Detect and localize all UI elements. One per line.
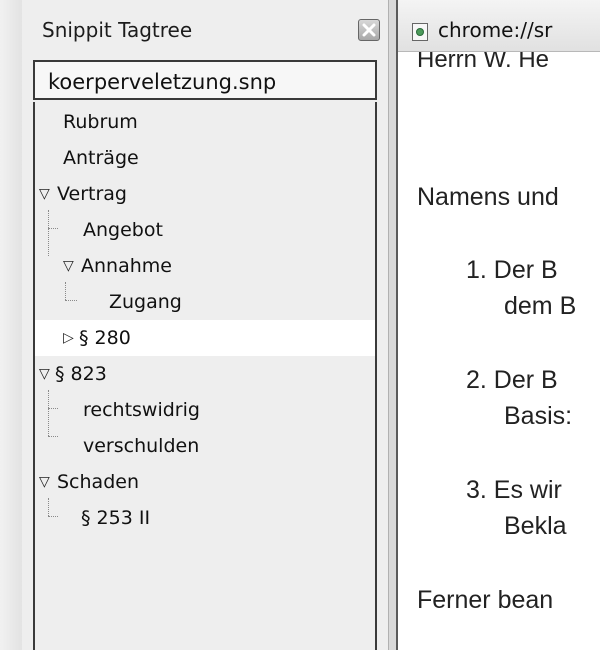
document-line: Basis: (504, 402, 573, 430)
tree-item[interactable]: rechtswidrig (35, 392, 375, 428)
file-selector[interactable]: koerperveletzung.snp (33, 60, 377, 100)
triangle-down-icon[interactable]: ▽ (39, 356, 50, 392)
document-line: Namens und (417, 183, 559, 211)
sidebar-title: Snippit Tagtree (42, 18, 193, 42)
browser-content: Herrn W. He chrome://sr Namens und 1. De… (398, 0, 600, 650)
document-line: dem B (504, 292, 577, 320)
triangle-right-icon[interactable]: ▷ (63, 320, 74, 356)
tree-item[interactable]: ▽ Annahme (35, 248, 375, 284)
tree-item-label: verschulden (83, 435, 200, 457)
snippit-tagtree-sidebar: Snippit Tagtree koerperveletzung.snp Rub… (22, 0, 388, 650)
tree-item[interactable]: Anträge (35, 140, 375, 176)
tree-item-label: § 253 II (81, 507, 151, 529)
tree-item[interactable]: ▽ Vertrag (35, 176, 375, 212)
document-line: Bekla (504, 512, 567, 540)
tree-item-selected[interactable]: ▷ § 280 (35, 320, 375, 356)
tree-item-label: rechtswidrig (83, 399, 200, 421)
tree-item-label: Angebot (83, 219, 163, 241)
sidebar-header: Snippit Tagtree (22, 0, 388, 52)
browser-tab[interactable]: chrome://sr (398, 0, 600, 52)
tree-item[interactable]: ▽ Schaden (35, 464, 375, 500)
close-icon (362, 23, 376, 37)
tree-item-label: Schaden (57, 471, 139, 493)
tree-item[interactable]: ▽ § 823 (35, 356, 375, 392)
tree-item-label: Rubrum (63, 111, 138, 133)
tree-item-label: § 280 (79, 327, 131, 349)
tree-item-label: Vertrag (57, 183, 127, 205)
document-line: Ferner bean (417, 586, 554, 614)
tree-item-label: Annahme (81, 255, 172, 277)
window-edge (0, 0, 22, 650)
tag-tree[interactable]: Rubrum Anträge ▽ Vertrag Angebot ▽ Annah… (33, 102, 377, 650)
triangle-down-icon[interactable]: ▽ (39, 176, 50, 212)
document-line: 1. Der B (466, 256, 558, 284)
document-line: 2. Der B (466, 366, 558, 394)
close-sidebar-button[interactable] (358, 19, 380, 41)
sidebar-splitter[interactable] (388, 0, 398, 650)
tab-url: chrome://sr (438, 18, 553, 42)
triangle-down-icon[interactable]: ▽ (39, 464, 50, 500)
tree-item-label: § 823 (55, 363, 107, 385)
tree-item[interactable]: Rubrum (35, 104, 375, 140)
tree-item-label: Anträge (63, 147, 139, 169)
tree-item-label: Zugang (109, 291, 182, 313)
triangle-down-icon[interactable]: ▽ (63, 248, 74, 284)
tree-item[interactable]: verschulden (35, 428, 375, 464)
tree-item[interactable]: § 253 II (35, 500, 375, 536)
tree-item[interactable]: Zugang (35, 284, 375, 320)
page-icon (412, 23, 428, 41)
document-line: 3. Es wir (466, 476, 562, 504)
tree-item[interactable]: Angebot (35, 212, 375, 248)
